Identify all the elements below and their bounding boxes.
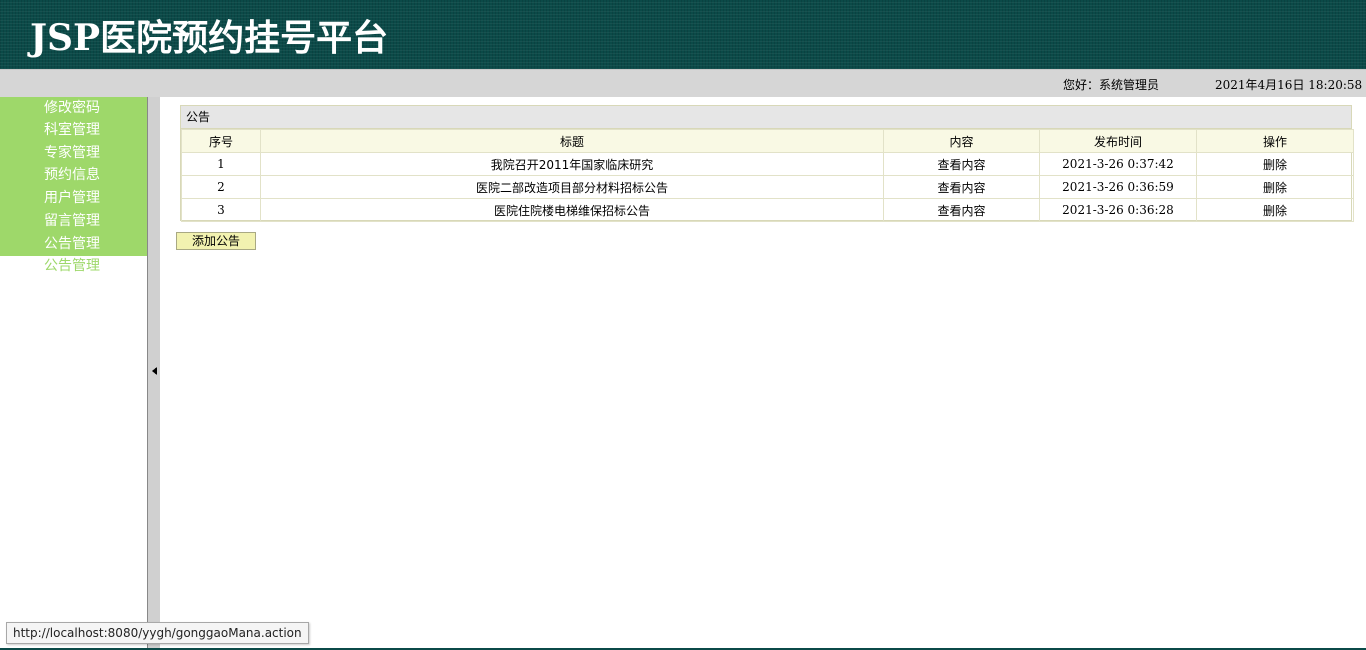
delete-link[interactable]: 删除 [1196, 198, 1354, 222]
sidebar-item-notice-management-sub[interactable]: 公告管理 [44, 255, 100, 277]
row-index: 1 [181, 152, 261, 176]
column-header-time: 发布时间 [1039, 129, 1197, 153]
row-publish-time: 2021-3-26 0:36:59 [1039, 175, 1197, 199]
delete-link[interactable]: 删除 [1196, 175, 1354, 199]
row-publish-time: 2021-3-26 0:36:28 [1039, 198, 1197, 222]
add-notice-button[interactable]: 添加公告 [176, 232, 256, 250]
row-index: 3 [181, 198, 261, 222]
app-window: JSP医院预约挂号平台 您好：系统管理员 2021年4月16日 18:20:58… [0, 0, 1366, 650]
row-title: 医院住院楼电梯维保招标公告 [260, 198, 884, 222]
status-bar-url: http://localhost:8080/yygh/gonggaoMana.a… [6, 622, 309, 644]
sidebar-item-expert-management[interactable]: 专家管理 [44, 142, 100, 164]
notice-table: 序号 标题 内容 发布时间 操作 1 我院召开2011年国家临床研究 查看内容 … [181, 129, 1354, 222]
header-banner: JSP医院预约挂号平台 [0, 0, 1366, 69]
notice-panel: 公告 序号 标题 内容 发布时间 操作 1 我院召开2011年国家临床研究 查看… [180, 105, 1354, 222]
table-row: 2 医院二部改造项目部分材料招标公告 查看内容 2021-3-26 0:36:5… [181, 175, 1354, 199]
sidebar-item-notice-management[interactable]: 公告管理 [44, 233, 100, 255]
sidebar-item-change-password[interactable]: 修改密码 [44, 97, 100, 119]
column-header-content: 内容 [883, 129, 1040, 153]
sidebar-item-department-management[interactable]: 科室管理 [44, 119, 100, 141]
sidebar-item-appointment-info[interactable]: 预约信息 [44, 164, 100, 186]
app-title: JSP医院预约挂号平台 [30, 17, 389, 59]
delete-link[interactable]: 删除 [1196, 152, 1354, 176]
current-datetime: 2021年4月16日 18:20:58 [1215, 78, 1363, 92]
column-header-action: 操作 [1196, 129, 1354, 153]
column-header-index: 序号 [181, 129, 261, 153]
row-publish-time: 2021-3-26 0:37:42 [1039, 152, 1197, 176]
row-title: 医院二部改造项目部分材料招标公告 [260, 175, 884, 199]
column-header-title: 标题 [260, 129, 884, 153]
sidebar-item-user-management[interactable]: 用户管理 [44, 187, 100, 209]
table-row: 1 我院召开2011年国家临床研究 查看内容 2021-3-26 0:37:42… [181, 152, 1354, 176]
info-bar: 您好：系统管理员 2021年4月16日 18:20:58 [0, 69, 1366, 97]
greeting-text: 您好：系统管理员 [1063, 78, 1160, 92]
view-content-link[interactable]: 查看内容 [883, 198, 1040, 222]
sidebar-item-message-management[interactable]: 留言管理 [44, 210, 100, 232]
collapse-arrow-icon[interactable] [152, 367, 157, 375]
row-index: 2 [181, 175, 261, 199]
row-title: 我院召开2011年国家临床研究 [260, 152, 884, 176]
sidebar: 修改密码 科室管理 专家管理 预约信息 用户管理 留言管理 公告管理 公告管理 [0, 97, 147, 650]
table-header-row: 序号 标题 内容 发布时间 操作 [181, 129, 1354, 153]
panel-title: 公告 [181, 106, 1351, 129]
sidebar-splitter[interactable] [147, 97, 160, 650]
table-row: 3 医院住院楼电梯维保招标公告 查看内容 2021-3-26 0:36:28 删… [181, 198, 1354, 222]
view-content-link[interactable]: 查看内容 [883, 152, 1040, 176]
view-content-link[interactable]: 查看内容 [883, 175, 1040, 199]
